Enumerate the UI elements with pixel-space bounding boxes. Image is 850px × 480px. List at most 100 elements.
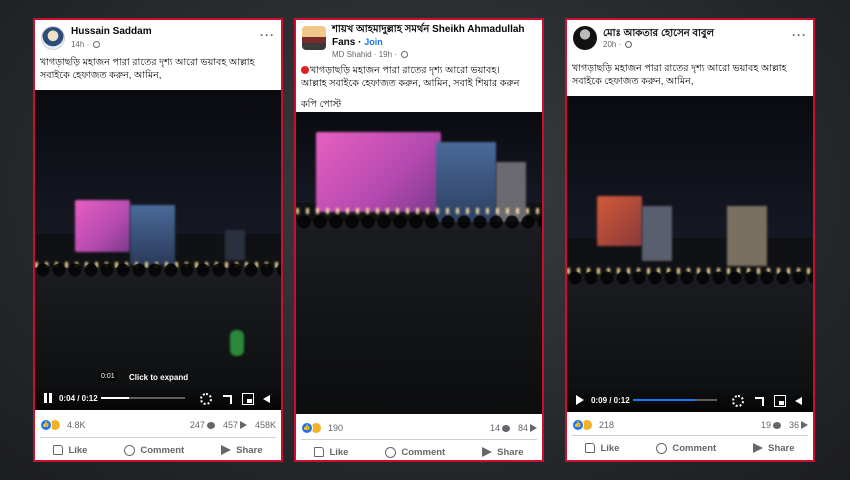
post-meta: 20h · (603, 40, 633, 49)
more-options-icon[interactable]: ··· (792, 28, 807, 42)
group-name-bangla: শায়খ আহমাদুল্লাহ সমর্থন (332, 24, 430, 35)
share-label: Share (768, 442, 795, 454)
reactions-summary: 190 14 84 (301, 420, 537, 436)
share-icon (482, 447, 493, 457)
globe-icon (401, 51, 409, 58)
reaction-count[interactable]: 190 (328, 423, 343, 433)
video-player[interactable]: 0:09 / 0:12 (567, 96, 813, 412)
join-link[interactable]: Join (364, 37, 383, 47)
share-label: Share (236, 444, 263, 456)
share-icon (753, 443, 764, 453)
expand-icon[interactable] (753, 395, 765, 407)
like-icon (314, 447, 325, 457)
gear-icon[interactable] (732, 395, 744, 407)
facebook-post-3: মোঃ আকতার হোসেন বাবুল 20h · ··· খাগড়াছড… (565, 18, 815, 462)
poster-name[interactable]: MD Shahid (332, 50, 372, 59)
like-button[interactable]: Like (53, 445, 87, 456)
like-icon (585, 443, 596, 453)
comment-button[interactable]: Comment (656, 442, 716, 454)
volume-icon[interactable] (263, 393, 275, 405)
post-text: খাগড়াছড়ি মহাজন পারা রাতের দৃশ্য আরো ভয… (572, 63, 787, 87)
post-text-line-1: খাগড়াছড়ি মহাজন পারা রাতের দৃশ্য আরো ভয… (310, 65, 500, 76)
comment-count-icon (501, 424, 510, 432)
reactions-summary: 218 19 36 (572, 417, 808, 433)
video-controls: 0:04 / 0:12 (35, 386, 281, 410)
avatar[interactable] (302, 26, 326, 50)
like-label: Like (68, 444, 88, 456)
share-count[interactable]: 84 (518, 423, 537, 433)
like-reaction-icon (301, 422, 313, 434)
post-text: খাগড়াছড়ি মহাজন পারা রাতের দৃশ্য আরো ভয… (40, 57, 255, 81)
play-icon[interactable] (575, 395, 585, 405)
post-time[interactable]: 19h (379, 50, 392, 59)
video-time: 0:09 / 0:12 (591, 396, 630, 405)
share-count-icon (530, 424, 537, 432)
expand-icon[interactable] (221, 393, 233, 405)
share-count-icon (801, 421, 808, 429)
share-count[interactable]: 457 (223, 420, 247, 430)
share-button[interactable]: Share (482, 446, 524, 458)
post-time[interactable]: 20h (603, 40, 616, 49)
like-reaction-icon (40, 419, 52, 431)
avatar[interactable] (41, 26, 65, 50)
facebook-post-1: Hussain Saddam 14h · ··· খাগড়াছড়ি মহাজ… (33, 18, 283, 462)
comment-icon (124, 444, 136, 456)
comment-count-icon (772, 421, 781, 429)
post-actions: Like Comment Share (35, 438, 281, 460)
share-button[interactable]: Share (221, 444, 263, 456)
red-circle-icon (301, 66, 309, 74)
like-label: Like (329, 446, 349, 458)
video-progress-bar[interactable] (633, 399, 717, 401)
gear-icon[interactable] (200, 393, 212, 405)
post-meta: 14h · (71, 40, 101, 49)
comment-icon (656, 442, 668, 454)
share-count-value: 84 (517, 423, 528, 433)
picture-in-picture-icon[interactable] (242, 393, 254, 405)
comment-count[interactable]: 14 (490, 423, 510, 433)
video-player[interactable]: 0:01 Click to expand 0:04 / 0:12 (35, 90, 281, 410)
post-text: খাগড়াছড়ি মহাজন পারা রাতের দৃশ্য আরো ভয… (301, 64, 537, 111)
share-count-value: 457 (222, 420, 238, 430)
post-header: Hussain Saddam 14h · ··· (35, 20, 281, 56)
group-name[interactable]: শায়খ আহমাদুল্লাহ সমর্থন Sheikh Ahmadull… (332, 24, 537, 49)
like-button[interactable]: Like (314, 447, 348, 458)
like-label: Like (600, 442, 620, 454)
pause-icon[interactable] (43, 393, 53, 403)
avatar[interactable] (573, 26, 597, 50)
video-player[interactable] (296, 112, 542, 414)
post-actions: Like Comment Share (296, 440, 542, 460)
comment-count[interactable]: 247 (190, 420, 215, 430)
like-reaction-icon (572, 419, 584, 431)
comment-count-value: 19 (760, 420, 771, 430)
reaction-count[interactable]: 4.8K (67, 420, 86, 430)
like-button[interactable]: Like (585, 443, 619, 454)
comment-count-icon (206, 421, 215, 429)
share-button[interactable]: Share (753, 442, 795, 454)
picture-in-picture-icon[interactable] (774, 395, 786, 407)
comment-label: Comment (401, 446, 446, 458)
post-actions: Like Comment Share (567, 436, 813, 460)
share-icon (221, 445, 232, 455)
volume-icon[interactable] (795, 395, 807, 407)
more-options-icon[interactable]: ··· (260, 28, 275, 42)
comment-count[interactable]: 19 (761, 420, 781, 430)
comment-count-value: 247 (189, 420, 205, 430)
comment-button[interactable]: Comment (124, 444, 184, 456)
video-progress-bar[interactable] (101, 397, 185, 399)
video-controls: 0:09 / 0:12 (567, 388, 813, 412)
globe-icon (625, 41, 633, 48)
post-time[interactable]: 14h (71, 40, 84, 49)
comment-button[interactable]: Comment (385, 446, 446, 458)
globe-icon (93, 41, 101, 48)
reaction-count[interactable]: 218 (599, 420, 614, 430)
share-label: Share (497, 446, 524, 458)
video-frame (567, 96, 813, 412)
click-to-expand-hint[interactable]: Click to expand (129, 373, 188, 382)
share-count-value: 36 (788, 420, 799, 430)
share-count[interactable]: 36 (789, 420, 808, 430)
view-count: 458K (255, 420, 276, 430)
post-text-line-2: আল্লাহ সবাইকে হেফাজত করুন, আমিন, সবাই শি… (301, 78, 520, 89)
author-name[interactable]: Hussain Saddam (71, 26, 152, 37)
post-header: মোঃ আকতার হোসেন বাবুল 20h · ··· (567, 20, 813, 56)
comment-icon (385, 446, 397, 458)
